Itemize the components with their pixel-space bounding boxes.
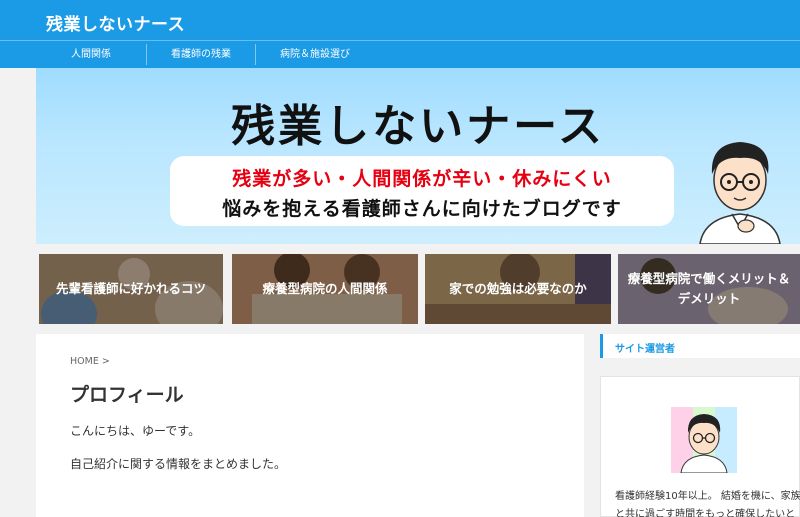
global-nav: 人間関係 看護師の残業 病院＆施設選び (0, 40, 800, 68)
header-banner[interactable]: 残業しないナース 残業が多い・人間関係が辛い・休みにくい 悩みを抱える看護師さん… (36, 68, 800, 244)
author-avatar (671, 407, 737, 473)
profile-description: と共に過ごす時間をもっと確保したいと (615, 509, 796, 517)
site-header: 残業しないナース (0, 0, 800, 40)
intro-paragraph: こんにちは、ゆーです。 (70, 424, 201, 438)
banner-subtitle-black: 悩みを抱える看護師さんに向けたブログです (222, 198, 622, 220)
page-title: プロフィール (70, 384, 184, 406)
featured-card[interactable]: 療養型病院で働くメリット＆デメリット (618, 254, 800, 324)
featured-card[interactable]: 家での勉強は必要なのか (425, 254, 611, 324)
nurse-avatar-illustration (699, 142, 781, 244)
nav-item-relationships[interactable]: 人間関係 (36, 41, 146, 68)
nav-item-hospital-choice[interactable]: 病院＆施設選び (256, 41, 374, 68)
profile-widget: 看護師経験10年以上。 結婚を機に、家族 と共に過ごす時間をもっと確保したいと (600, 376, 800, 517)
breadcrumb[interactable]: HOME > (70, 356, 110, 367)
site-title[interactable]: 残業しないナース (46, 10, 185, 35)
featured-card[interactable]: 先輩看護師に好かれるコツ (39, 254, 223, 324)
nav-item-overtime[interactable]: 看護師の残業 (147, 41, 255, 68)
card-title: 療養型病院で働くメリット＆デメリット (627, 271, 791, 306)
intro-paragraph: 自己紹介に関する情報をまとめました。 (70, 457, 287, 471)
card-title: 先輩看護師に好かれるコツ (55, 281, 206, 296)
card-title: 家での勉強は必要なのか (449, 281, 587, 296)
card-title: 療養型病院の人間関係 (262, 281, 388, 296)
banner-title: 残業しないナース (231, 101, 605, 152)
banner-subtitle-red: 残業が多い・人間関係が辛い・休みにくい (232, 168, 612, 190)
banner-subtitle-box: 残業が多い・人間関係が辛い・休みにくい 悩みを抱える看護師さんに向けたブログです (170, 156, 674, 226)
featured-card[interactable]: 療養型病院の人間関係 (232, 254, 418, 324)
sidebar-heading-label: サイト運営者 (615, 344, 675, 355)
sidebar-heading: サイト運営者 (600, 334, 800, 358)
main-content: HOME > プロフィール こんにちは、ゆーです。 自己紹介に関する情報をまとめ… (36, 334, 584, 517)
profile-description: 看護師経験10年以上。 結婚を機に、家族 (615, 491, 800, 502)
